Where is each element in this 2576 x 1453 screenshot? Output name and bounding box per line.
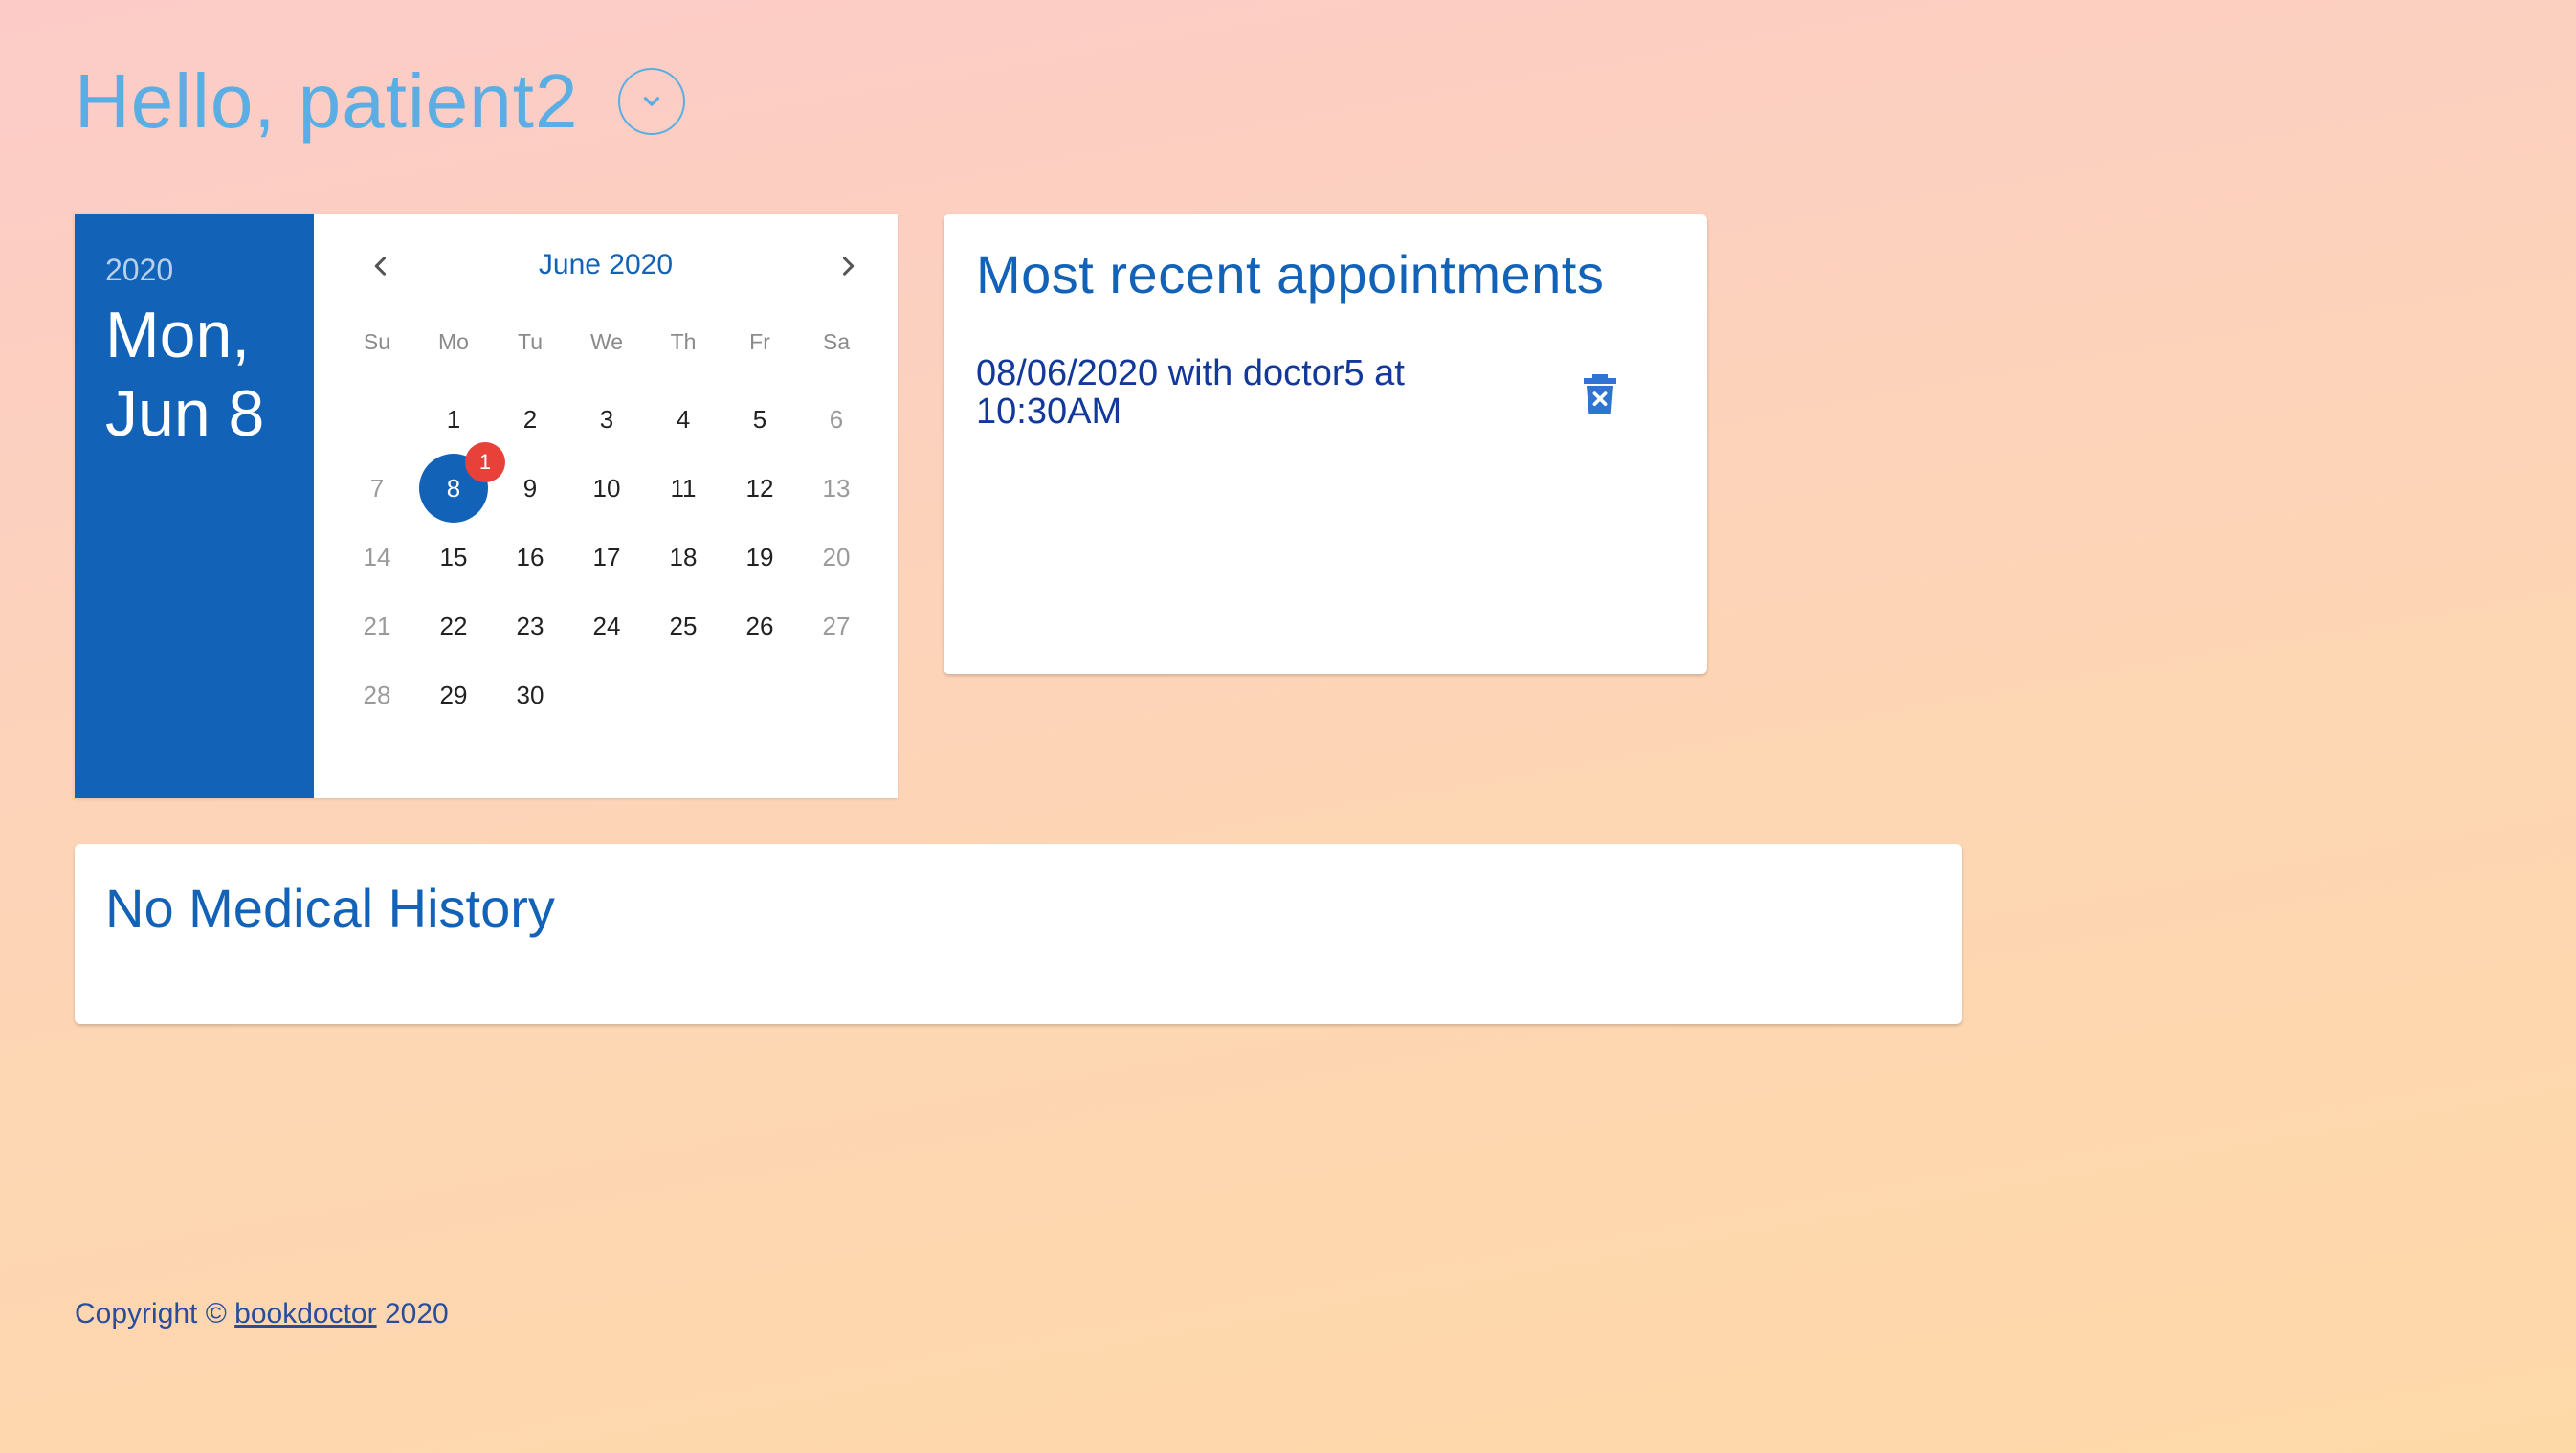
calendar-day[interactable]: 9 — [492, 454, 568, 523]
calendar-day[interactable]: 21 — [339, 592, 415, 660]
greeting-header: Hello, patient2 — [75, 54, 686, 149]
calendar-day[interactable]: 7 — [339, 454, 415, 523]
weekday-label: Tu — [518, 329, 543, 354]
footer-link-bookdoctor[interactable]: bookdoctor — [234, 1298, 376, 1330]
calendar-day[interactable]: 29 — [415, 660, 492, 729]
calendar-day[interactable]: 18 — [645, 523, 722, 592]
medical-history-title: No Medical History — [105, 878, 555, 938]
weekday-label: Mo — [438, 329, 469, 354]
calendar-day[interactable]: 13 — [798, 454, 875, 523]
calendar-year[interactable]: 2020 — [105, 253, 314, 288]
calendar-day[interactable]: 10 — [568, 454, 645, 523]
calendar-day[interactable]: 20 — [798, 523, 875, 592]
weekday-label: Su — [363, 329, 391, 354]
calendar-header: June 2020 — [314, 241, 898, 289]
calendar-day[interactable]: 2 — [492, 385, 568, 454]
weekday-label: Sa — [822, 329, 851, 354]
next-month-button[interactable] — [829, 247, 867, 285]
delete-appointment-button[interactable] — [1581, 373, 1619, 415]
calendar-month-label: June 2020 — [538, 249, 674, 280]
footer: Copyright © bookdoctor 2020 — [75, 1298, 449, 1330]
calendar-day[interactable]: 17 — [568, 523, 645, 592]
calendar-day[interactable]: 22 — [415, 592, 492, 660]
calendar-day[interactable]: 24 — [568, 592, 645, 660]
calendar-selected-date-panel: 2020 Mon, Jun 8 — [75, 214, 314, 798]
footer-copyright-suffix: 2020 — [376, 1298, 449, 1330]
medical-history-card: No Medical History — [75, 844, 1962, 1024]
calendar-day[interactable]: 5 — [722, 385, 798, 454]
weekday-label: Th — [670, 329, 697, 354]
chevron-down-icon — [644, 97, 660, 106]
calendar-day[interactable]: 30 — [492, 660, 568, 729]
chevron-right-icon — [842, 257, 855, 276]
calendar-day[interactable]: 6 — [798, 385, 875, 454]
calendar-day[interactable]: 25 — [645, 592, 722, 660]
calendar-day[interactable]: 15 — [415, 523, 492, 592]
trash-icon — [1584, 374, 1616, 414]
calendar-day[interactable]: 14 — [339, 523, 415, 592]
calendar-day[interactable]: 16 — [492, 523, 568, 592]
chevron-left-icon — [374, 257, 387, 276]
calendar-month-view: June 2020 Su Mo Tu We Th Fr Sa 1 2 3 4 5 6 7 8 1 9 10 11 12… — [314, 214, 898, 798]
footer-copyright-prefix: Copyright © — [75, 1298, 235, 1330]
calendar-day[interactable]: 19 — [722, 523, 798, 592]
calendar-day[interactable]: 4 — [645, 385, 722, 454]
greeting-title: Hello, patient2 — [75, 58, 579, 144]
calendar-day[interactable]: 12 — [722, 454, 798, 523]
calendar-selected-date[interactable]: Mon, Jun 8 — [105, 296, 297, 453]
calendar-day[interactable]: 28 — [339, 660, 415, 729]
prev-month-button[interactable] — [362, 247, 400, 285]
weekday-label: We — [589, 329, 624, 354]
appointments-title: Most recent appointments — [976, 244, 1605, 304]
calendar-day[interactable]: 27 — [798, 592, 875, 660]
calendar-day[interactable]: 11 — [645, 454, 722, 523]
user-menu-toggle[interactable] — [618, 68, 686, 135]
appointment-item-text: 08/06/2020 with doctor5 at 10:30AM — [976, 353, 1405, 432]
weekday-label: Fr — [749, 329, 770, 354]
recent-appointments-card: Most recent appointments 08/06/2020 with… — [944, 214, 1707, 674]
calendar-day[interactable]: 3 — [568, 385, 645, 454]
calendar-widget: 2020 Mon, Jun 8 June 2020 Su Mo Tu We Th Fr Sa… — [75, 214, 898, 798]
calendar-day[interactable]: 26 — [722, 592, 798, 660]
calendar-day[interactable]: 23 — [492, 592, 568, 660]
